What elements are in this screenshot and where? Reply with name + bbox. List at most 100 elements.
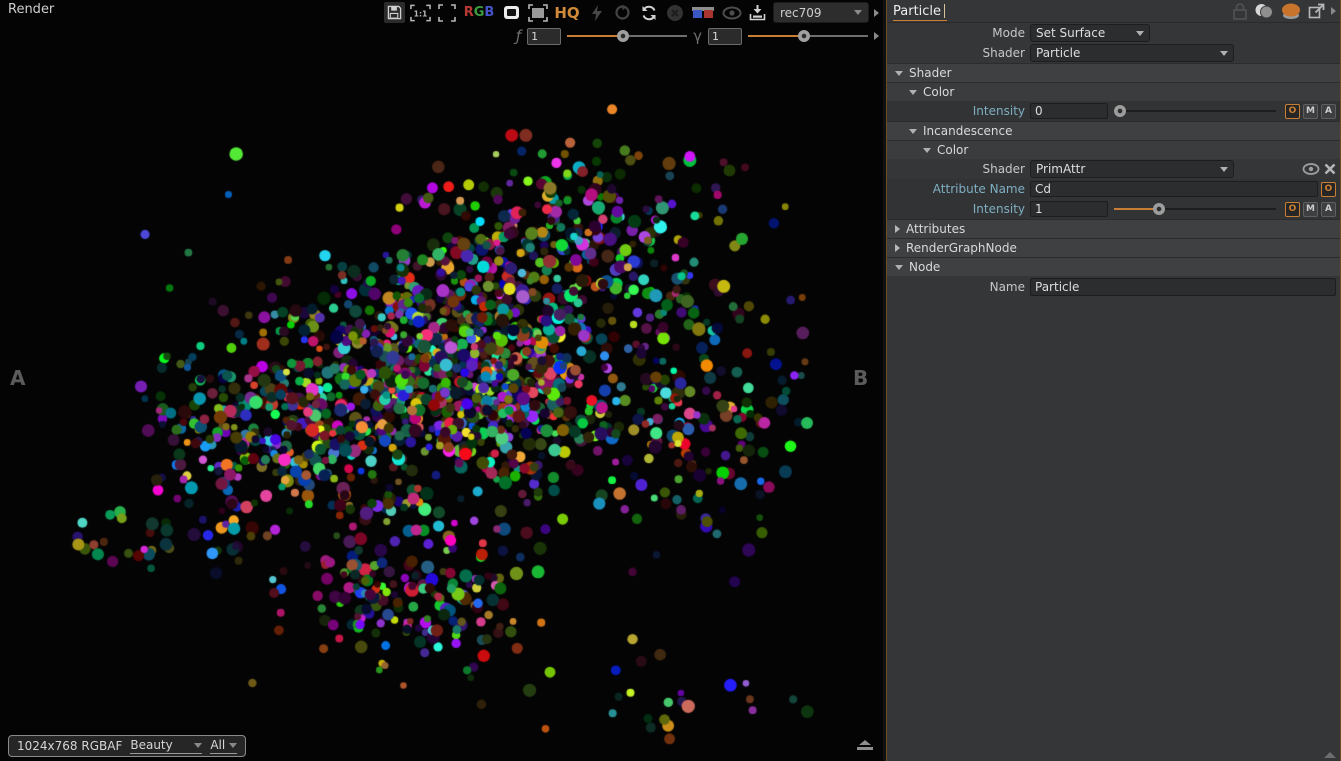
floppy-disk-icon — [387, 5, 402, 20]
attribute-name-label: Attribute Name — [887, 182, 1030, 196]
gamma-slider[interactable] — [748, 29, 868, 43]
mode-dropdown[interactable]: Set Surface — [1030, 24, 1150, 42]
collapsed-triangle-icon — [895, 244, 900, 252]
section-shader-label: Shader — [909, 66, 952, 80]
fstop-slider-knob[interactable] — [617, 30, 629, 42]
override-button[interactable]: O — [1321, 182, 1336, 197]
colorspace-dropdown[interactable]: rec709 — [773, 2, 869, 23]
section-shader[interactable]: Shader — [887, 63, 1340, 82]
high-quality-toggle[interactable]: HQ — [553, 2, 581, 23]
render-toolbar: 1:1 RGB — [384, 1, 879, 24]
override-button[interactable]: O — [1285, 104, 1300, 119]
exposure-gamma-toolbar: ƒ γ — [516, 25, 879, 47]
render-viewport[interactable]: Render 1:1 RG — [0, 0, 883, 761]
gamma-slider-fill — [748, 35, 804, 37]
toolbar-more-arrow-icon[interactable] — [874, 9, 879, 17]
section-node-label: Node — [909, 260, 940, 274]
orange-sphere-icon[interactable] — [1280, 2, 1302, 20]
inspect-pixel-button[interactable] — [721, 2, 742, 23]
shading-ball-icon[interactable] — [1254, 2, 1274, 20]
fast-render-toggle[interactable] — [586, 2, 607, 23]
section-rendergraphnode-label: RenderGraphNode — [906, 241, 1017, 255]
spin-circle-icon — [614, 4, 631, 21]
alpha-display-button[interactable] — [501, 2, 522, 23]
map-button[interactable]: M — [1303, 104, 1318, 119]
fit-region-button[interactable] — [436, 2, 457, 23]
chevron-down-icon — [1220, 167, 1228, 172]
handle-bar — [857, 747, 873, 750]
slider-knob[interactable] — [1114, 105, 1126, 117]
gamma-input[interactable] — [708, 28, 742, 45]
save-image-button[interactable] — [384, 2, 405, 23]
chevron-down-icon — [194, 743, 202, 748]
pass-dropdown[interactable]: Beauty — [130, 738, 202, 754]
shader-value: Particle — [1036, 46, 1080, 60]
progressive-refine-button[interactable] — [612, 2, 633, 23]
slider-knob[interactable] — [1153, 203, 1165, 215]
fstop-slider-track — [629, 35, 687, 37]
particle-render-canvas — [0, 0, 883, 761]
pass-value: Beauty — [130, 738, 190, 752]
mode-label: Mode — [887, 26, 1030, 40]
visibility-eye-icon[interactable] — [1302, 163, 1320, 175]
incan-intensity-slider[interactable] — [1114, 202, 1276, 216]
zoom-one-to-one-button[interactable]: 1:1 — [410, 2, 431, 23]
animate-button[interactable]: A — [1321, 202, 1336, 217]
map-button[interactable]: M — [1303, 202, 1318, 217]
crop-region-icon — [528, 4, 548, 22]
node-title-field[interactable]: Particle — [893, 2, 947, 21]
incan-shader-value: PrimAttr — [1036, 162, 1085, 176]
rgb-channels-button[interactable]: RGB — [462, 2, 496, 23]
section-rendergraphnode[interactable]: RenderGraphNode — [887, 238, 1340, 257]
incan-shader-dropdown[interactable]: PrimAttr — [1030, 160, 1234, 178]
compare-b-label[interactable]: B — [853, 366, 868, 390]
crop-region-button[interactable] — [527, 2, 548, 23]
mode-row: Mode Set Surface — [887, 23, 1340, 43]
shader-color-intensity-slider[interactable] — [1114, 104, 1276, 118]
scroll-up-arrow-icon[interactable] — [1324, 752, 1336, 758]
section-attributes-label: Attributes — [906, 222, 965, 236]
application-window: Render 1:1 RG — [0, 0, 1341, 761]
incan-shader-label: Shader — [887, 162, 1030, 176]
chevron-down-icon — [854, 10, 862, 15]
attribute-name-input[interactable] — [1030, 181, 1318, 197]
compare-a-label[interactable]: A — [10, 366, 25, 390]
animate-button[interactable]: A — [1321, 104, 1336, 119]
expand-triangle-icon — [909, 90, 917, 95]
section-shader-color[interactable]: Color — [887, 82, 1340, 101]
lock-icon[interactable] — [1232, 3, 1248, 20]
toolbar2-more-arrow-icon[interactable] — [874, 32, 879, 40]
stereo-view-button[interactable] — [690, 2, 716, 23]
shader-dropdown[interactable]: Particle — [1030, 44, 1234, 62]
node-title-text: Particle — [893, 4, 941, 19]
gamma-slider-knob[interactable] — [798, 30, 810, 42]
chevron-down-icon — [229, 743, 237, 748]
viewport-expand-handle[interactable] — [856, 740, 874, 752]
panel-more-arrow-icon[interactable] — [1331, 7, 1336, 15]
section-incandescence[interactable]: Incandescence — [887, 121, 1340, 140]
snapshot-button[interactable] — [747, 2, 768, 23]
fstop-slider-fill — [567, 35, 623, 37]
rgb-r-label: R — [464, 5, 474, 20]
rerender-button[interactable] — [638, 2, 659, 23]
fstop-slider[interactable] — [567, 29, 687, 43]
section-node[interactable]: Node — [887, 257, 1340, 276]
mode-value: Set Surface — [1036, 26, 1105, 40]
node-name-row: Name — [887, 276, 1340, 298]
chevron-down-icon — [1136, 31, 1144, 36]
fstop-input[interactable] — [527, 28, 561, 45]
incan-intensity-label: Intensity — [887, 202, 1030, 216]
override-button[interactable]: O — [1285, 202, 1300, 217]
one-to-one-icon: 1:1 — [410, 4, 431, 22]
panel-title-row: Particle — [887, 0, 1340, 23]
incan-intensity-input[interactable] — [1030, 201, 1108, 217]
remove-x-icon[interactable] — [1324, 163, 1336, 175]
open-external-icon[interactable] — [1308, 3, 1325, 20]
section-incan-color[interactable]: Color — [887, 140, 1340, 159]
shader-color-intensity-input[interactable] — [1030, 103, 1108, 119]
channels-dropdown[interactable]: All — [210, 738, 237, 754]
cancel-render-button[interactable] — [664, 2, 685, 23]
node-name-input[interactable] — [1030, 278, 1336, 296]
hq-label: HQ — [554, 4, 579, 22]
section-attributes[interactable]: Attributes — [887, 219, 1340, 238]
